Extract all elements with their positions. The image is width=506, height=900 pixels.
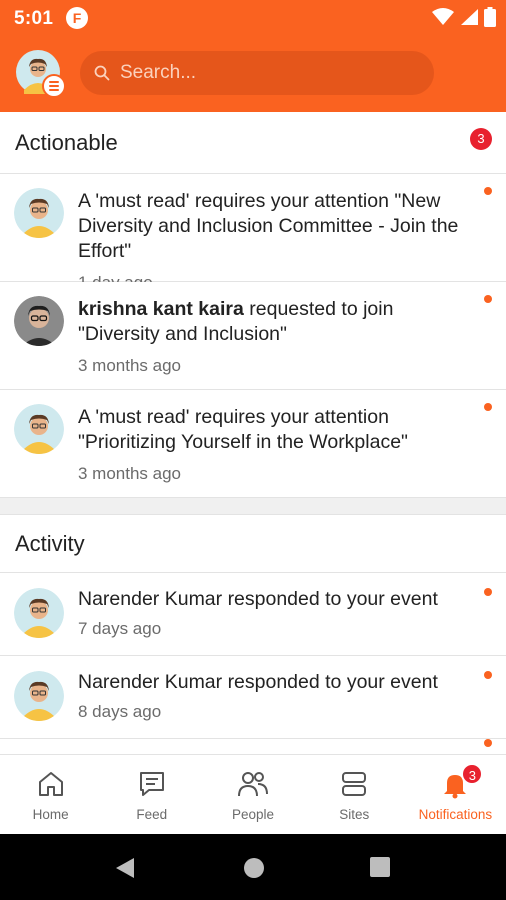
- search-bar[interactable]: [80, 51, 434, 95]
- avatar: [14, 588, 64, 638]
- unread-dot: [484, 403, 492, 411]
- notification-item[interactable]: Narender Kumar responded to your event 8…: [0, 656, 506, 739]
- notifications-count-badge: 3: [461, 763, 484, 785]
- notification-text: A 'must read' requires your attention "P…: [78, 405, 478, 486]
- notification-item[interactable]: [0, 739, 506, 754]
- user-avatar-icon: [14, 404, 64, 454]
- unread-dot: [484, 671, 492, 679]
- avatar: [14, 188, 64, 238]
- feed-icon: [139, 772, 164, 796]
- notification-item[interactable]: Narender Kumar responded to your event 7…: [0, 573, 506, 656]
- notification-text: Narender Kumar responded to your event 8…: [78, 670, 478, 724]
- system-navigation-bar: [0, 834, 506, 900]
- avatar: [14, 404, 64, 454]
- nav-sites[interactable]: Sites: [304, 755, 405, 834]
- status-bar: 5:01 F: [0, 0, 506, 36]
- notification-time: 3 months ago: [78, 464, 182, 483]
- notification-item[interactable]: krishna kant kaira requested to join "Di…: [0, 282, 506, 390]
- notification-time: 7 days ago: [78, 619, 162, 638]
- status-icons: [432, 7, 496, 27]
- home-circle-icon[interactable]: [242, 856, 266, 880]
- user-avatar-icon: [14, 588, 64, 638]
- search-input[interactable]: [120, 62, 420, 84]
- notification-text: Narender Kumar responded to your event 7…: [78, 587, 478, 641]
- notification-text: A 'must read' requires your attention "N…: [78, 189, 478, 295]
- section-header-actionable: Actionable 3: [0, 112, 506, 174]
- notification-item[interactable]: A 'must read' requires your attention "N…: [0, 174, 506, 292]
- notification-message: krishna kant kaira requested to join "Di…: [78, 297, 478, 347]
- nav-feed[interactable]: Feed: [101, 755, 202, 834]
- app-notification-icon: F: [66, 7, 88, 29]
- notification-message: Narender Kumar responded to your event: [78, 671, 438, 693]
- nav-people[interactable]: People: [202, 755, 303, 834]
- home-icon: [38, 772, 63, 796]
- avatar: [14, 296, 64, 346]
- nav-label: Feed: [136, 807, 168, 822]
- notification-item[interactable]: A 'must read' requires your attention "P…: [0, 390, 506, 498]
- nav-notifications[interactable]: 3 Notifications: [405, 755, 506, 834]
- nav-label: Notifications: [418, 807, 493, 822]
- user-avatar-icon: [14, 188, 64, 238]
- avatar: [14, 671, 64, 721]
- unread-dot: [484, 739, 492, 747]
- sites-icon: [342, 772, 367, 796]
- nav-label: Home: [32, 807, 69, 822]
- people-icon: [238, 772, 268, 797]
- notification-text: krishna kant kaira requested to join "Di…: [78, 297, 478, 378]
- recents-icon[interactable]: [369, 856, 391, 878]
- unread-dot: [484, 295, 492, 303]
- user-avatar-icon: [14, 671, 64, 721]
- notification-message: A 'must read' requires your attention "N…: [78, 190, 459, 262]
- nav-label: People: [231, 807, 275, 822]
- nav-home[interactable]: Home: [0, 755, 101, 834]
- actionable-count-badge: 3: [470, 128, 492, 150]
- back-icon[interactable]: [114, 856, 136, 880]
- notifications-list: Actionable 3 A 'must read' requires your…: [0, 112, 506, 754]
- wifi-icon: [432, 8, 454, 25]
- notification-message: A 'must read' requires your attention "P…: [78, 406, 408, 453]
- section-header-activity: Activity: [0, 515, 506, 573]
- requester-name: krishna kant kaira: [78, 298, 244, 320]
- profile-menu-button[interactable]: [16, 50, 66, 98]
- notification-time: 3 months ago: [78, 356, 182, 375]
- search-header: [0, 40, 506, 108]
- notification-time: 8 days ago: [78, 702, 162, 721]
- signal-icon: [461, 9, 478, 25]
- status-time: 5:01: [14, 8, 54, 29]
- section-title: Actionable: [15, 129, 118, 155]
- section-title: Activity: [15, 530, 85, 556]
- unread-dot: [484, 588, 492, 596]
- bottom-navigation: Home Feed People Sites 3 Notifications: [0, 754, 506, 834]
- user-photo-icon: [14, 296, 64, 346]
- nav-label: Sites: [339, 807, 370, 822]
- notification-message: Narender Kumar responded to your event: [78, 588, 438, 610]
- menu-icon: [42, 74, 66, 98]
- app-header: 5:01 F: [0, 0, 506, 112]
- unread-dot: [484, 187, 492, 195]
- search-icon: [94, 65, 110, 81]
- battery-icon: [484, 7, 496, 27]
- section-divider: [0, 498, 506, 515]
